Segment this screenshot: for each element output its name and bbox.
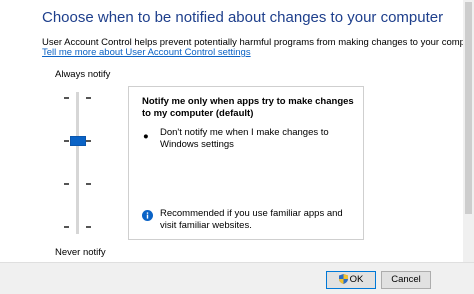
uac-shield-icon [338, 274, 348, 284]
learn-more-link[interactable]: Tell me more about User Account Control … [42, 47, 251, 58]
level-description-panel: Notify me only when apps try to make cha… [128, 86, 364, 240]
ok-button-label: OK [349, 274, 364, 285]
level-bullet-text: Don't notify me when I make changes to W… [160, 127, 329, 150]
slider-tick [86, 97, 91, 99]
dialog-footer: OK Cancel [0, 262, 474, 294]
vertical-scrollbar[interactable] [463, 0, 474, 262]
slider-tick [86, 140, 91, 142]
bullet-icon: ● [143, 131, 149, 142]
slider-tick [64, 97, 69, 99]
notification-level-slider[interactable] [58, 88, 98, 238]
page-title: Choose when to be notified about changes… [42, 9, 444, 26]
slider-tick [86, 183, 91, 185]
slider-top-label: Always notify [55, 69, 111, 80]
scrollbar-thumb[interactable] [465, 2, 472, 214]
slider-bottom-label: Never notify [55, 247, 106, 258]
slider-tick [64, 183, 69, 185]
slider-tick [86, 226, 91, 228]
ok-button[interactable]: OK [326, 271, 376, 289]
cancel-button[interactable]: Cancel [381, 271, 431, 289]
info-icon [142, 210, 153, 221]
slider-tick [64, 140, 69, 142]
slider-track[interactable] [76, 92, 79, 234]
recommendation-text: Recommended if you use familiar apps and… [160, 208, 343, 231]
level-heading: Notify me only when apps try to make cha… [142, 96, 354, 119]
slider-thumb[interactable] [70, 136, 86, 146]
slider-tick [64, 226, 69, 228]
